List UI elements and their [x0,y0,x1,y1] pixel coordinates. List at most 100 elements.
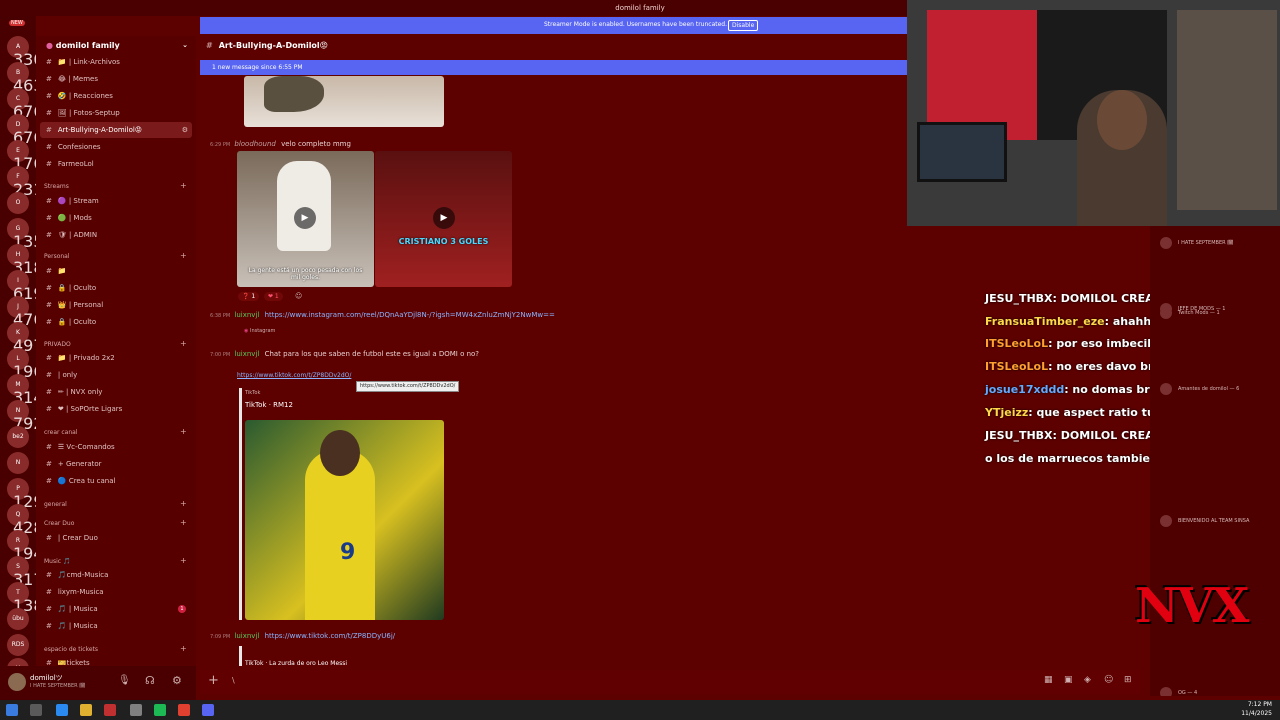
category-header[interactable]: espacio de tickets + [44,645,187,654]
embed-title[interactable]: TikTok · RM12 [245,401,293,409]
channel-item[interactable]: # 😂 | Memes [40,71,192,87]
emoji-icon[interactable]: ☺ [1104,675,1113,685]
spotify-icon[interactable] [154,704,166,716]
avatar[interactable] [1160,687,1172,696]
reaction-question[interactable]: ❓ 1 [238,292,260,301]
channel-item[interactable]: # 🛡 | ADMIN [40,227,192,243]
new-messages-bar[interactable]: 1 new message since 6:55 PM [200,60,907,75]
video-embed[interactable]: 9 [245,420,444,620]
channel-item[interactable]: # 🎵 | Musica 1 [40,601,192,617]
channel-item[interactable]: # 👑 | Personal [40,297,192,313]
message-user[interactable]: luixnvjl [234,632,259,640]
folder-icon[interactable] [80,704,92,716]
channel-item[interactable]: # 🔒 | Oculto [40,280,192,296]
add-channel-icon[interactable]: + [180,182,187,190]
avatar[interactable] [1160,307,1172,319]
server-icon[interactable]: be2 [7,426,29,448]
disable-button[interactable]: Disable [728,20,759,31]
gif-icon[interactable]: ▣ [1064,675,1073,685]
image-attachment[interactable] [244,76,444,127]
embed-title[interactable]: TikTok · La zurda de oro Leo Messi [245,660,347,667]
message-link[interactable]: https://www.instagram.com/reel/DQnAaYDjl… [265,311,555,319]
apps-icon[interactable]: ⊞ [1124,675,1132,685]
server-icon[interactable]: RDS [7,634,29,656]
channel-item[interactable]: # Confesiones [40,139,192,155]
message-input[interactable]: \ [232,676,235,685]
mic-icon[interactable]: 🎙 [118,675,131,686]
message-input-bar[interactable]: + \ ▦ ▣ ◈ ☺ ⊞ [200,670,1140,694]
avatar[interactable] [8,673,26,691]
message-link[interactable]: https://www.tiktok.com/t/ZP8DDv2dO/ [237,372,351,379]
category-header[interactable]: Personal + [44,252,187,261]
category-header[interactable]: PRIVADO + [44,340,187,349]
channel-item[interactable]: # Art-Bullying-A-Domilol😡 ⚙ [40,122,192,138]
channel-item[interactable]: # 📁 | Link-Archivos [40,54,192,70]
channel-item[interactable]: # 🔵 Crea tu canal [40,473,192,489]
channel-item[interactable]: # 🖼 | Fotos-Septup [40,105,192,121]
play-icon[interactable]: ▶ [433,207,455,229]
channel-item[interactable]: # FarmeoLol [40,156,192,172]
message-link[interactable]: https://www.tiktok.com/t/ZP8DDyU6j/ [265,632,396,640]
avatar[interactable] [1160,237,1172,249]
server-icon[interactable]: N [7,452,29,474]
add-channel-icon[interactable]: + [180,428,187,436]
add-channel-icon[interactable]: + [180,252,187,260]
channel-item[interactable]: # lixym-Musica [40,584,192,600]
channel-item[interactable]: # 🟣 | Stream [40,193,192,209]
channel-item[interactable]: # | only [40,367,192,383]
channel-item[interactable]: # 🔒 | Oculto [40,314,192,330]
category-header[interactable]: Streams + [44,182,187,191]
discord-icon[interactable] [202,704,214,716]
channel-item[interactable]: # ☰ Vc-Comandos [40,439,192,455]
chevron-down-icon[interactable]: ⌄ [182,41,188,49]
channel-label: ✏ | NVX only [57,388,103,396]
add-channel-icon[interactable]: + [180,519,187,527]
category-header[interactable]: Music 🎵 + [44,557,187,566]
channel-settings-icon[interactable]: ⚙ [182,122,188,138]
category-header[interactable]: general + [44,500,187,509]
add-reaction-icon[interactable]: ☺ [295,292,302,300]
server-name-header[interactable]: ● domilol family ⌄ [36,36,196,56]
category-header[interactable]: crear canal + [44,428,187,437]
add-channel-icon[interactable]: + [180,645,187,653]
add-channel-icon[interactable]: + [180,340,187,348]
avatar[interactable] [1160,515,1172,527]
channel-label: 🎵cmd-Musica [57,571,109,579]
channel-item[interactable]: # 🎵cmd-Musica [40,567,192,583]
chrome-icon[interactable] [178,704,190,716]
channel-item[interactable]: # ✏ | NVX only [40,384,192,400]
message-user[interactable]: luixnvjl [234,311,259,319]
add-channel-icon[interactable]: + [180,500,187,508]
channel-item[interactable]: # 🎵 | Musica [40,618,192,634]
add-channel-icon[interactable]: + [180,557,187,565]
search-icon[interactable] [30,704,42,716]
play-icon[interactable]: ▶ [294,207,316,229]
category-header[interactable]: Crear Duo + [44,519,187,528]
channel-item[interactable]: # + Generator [40,456,192,472]
message-user[interactable]: bloodhound [234,140,275,148]
avatar[interactable] [1160,383,1172,395]
gear-icon[interactable]: ⚙ [172,674,182,687]
headphones-icon[interactable]: ☊ [145,674,155,687]
channel-item[interactable]: # ❤ | SoPOrte Ligars [40,401,192,417]
channel-item[interactable]: # 📁 | Privado 2x2 [40,350,192,366]
app-icon[interactable] [130,704,142,716]
app-icon[interactable] [104,704,116,716]
sticker-icon[interactable]: ◈ [1084,675,1091,685]
add-attachment-icon[interactable]: + [208,673,219,688]
embed-provider[interactable]: Instagram [250,328,275,334]
channel-item[interactable]: # | Crear Duo [40,530,192,546]
category-label: crear canal [44,429,78,436]
message-user[interactable]: luixnvjl [234,350,259,358]
server-icon[interactable]: O [7,192,29,214]
channel-item[interactable]: # 🤣 | Reacciones [40,88,192,104]
windows-start-icon[interactable] [6,704,18,716]
edge-icon[interactable] [56,704,68,716]
server-icon[interactable]: übu [7,608,29,630]
video-thumbnail[interactable]: ▶ La gente está un poco pesada con los m… [237,151,374,287]
video-thumbnail[interactable]: ▶ CRISTIANO 3 GOLES [375,151,512,287]
gift-icon[interactable]: ▦ [1044,675,1053,685]
channel-item[interactable]: # 📁 [40,263,192,279]
reaction-heart[interactable]: ❤ 1 [264,292,283,301]
channel-item[interactable]: # 🟢 | Mods [40,210,192,226]
